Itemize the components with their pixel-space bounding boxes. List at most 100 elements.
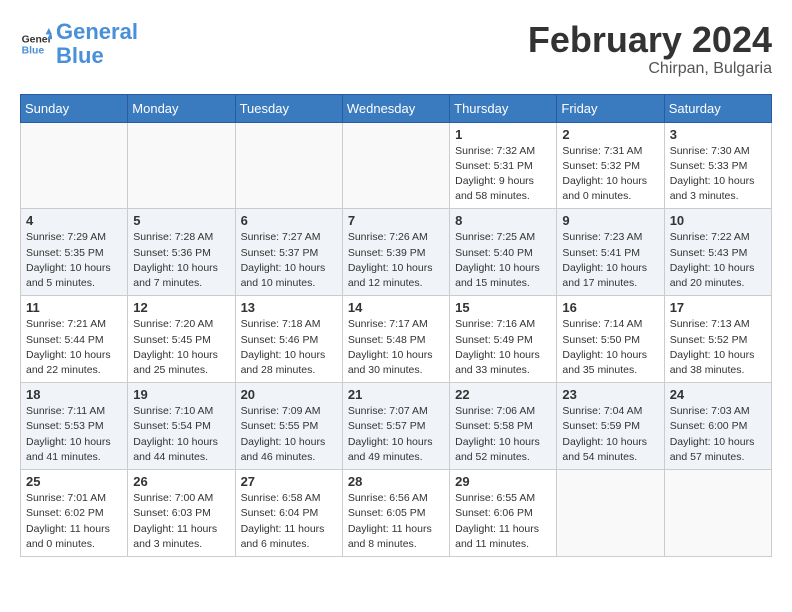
calendar-cell — [21, 122, 128, 209]
day-number: 11 — [26, 300, 122, 315]
calendar-cell: 12 Sunrise: 7:20 AM Sunset: 5:45 PM Dayli… — [128, 296, 235, 383]
calendar-cell: 22 Sunrise: 7:06 AM Sunset: 5:58 PM Dayli… — [450, 383, 557, 470]
day-info: Sunrise: 7:22 AM Sunset: 5:43 PM Dayligh… — [670, 230, 766, 291]
calendar-cell: 7 Sunrise: 7:26 AM Sunset: 5:39 PM Daylig… — [342, 209, 449, 296]
day-number: 27 — [241, 474, 337, 489]
day-info: Sunrise: 7:23 AM Sunset: 5:41 PM Dayligh… — [562, 230, 658, 291]
day-number: 6 — [241, 213, 337, 228]
logo: General Blue General Blue — [20, 20, 138, 68]
day-info: Sunrise: 7:11 AM Sunset: 5:53 PM Dayligh… — [26, 404, 122, 465]
location-subtitle: Chirpan, Bulgaria — [528, 60, 772, 78]
day-info: Sunrise: 7:01 AM Sunset: 6:02 PM Dayligh… — [26, 491, 122, 552]
calendar-cell: 11 Sunrise: 7:21 AM Sunset: 5:44 PM Dayli… — [21, 296, 128, 383]
weekday-header-monday: Monday — [128, 94, 235, 122]
day-info: Sunrise: 7:25 AM Sunset: 5:40 PM Dayligh… — [455, 230, 551, 291]
page-header: General Blue General Blue February 2024 … — [20, 20, 772, 78]
day-number: 12 — [133, 300, 229, 315]
svg-text:General: General — [22, 35, 52, 46]
calendar-cell: 20 Sunrise: 7:09 AM Sunset: 5:55 PM Dayli… — [235, 383, 342, 470]
day-info: Sunrise: 7:13 AM Sunset: 5:52 PM Dayligh… — [670, 317, 766, 378]
day-number: 29 — [455, 474, 551, 489]
day-info: Sunrise: 7:00 AM Sunset: 6:03 PM Dayligh… — [133, 491, 229, 552]
day-number: 18 — [26, 387, 122, 402]
month-year-title: February 2024 — [528, 20, 772, 60]
day-info: Sunrise: 7:16 AM Sunset: 5:49 PM Dayligh… — [455, 317, 551, 378]
calendar-week-row: 11 Sunrise: 7:21 AM Sunset: 5:44 PM Dayli… — [21, 296, 772, 383]
calendar-cell — [235, 122, 342, 209]
day-info: Sunrise: 7:21 AM Sunset: 5:44 PM Dayligh… — [26, 317, 122, 378]
calendar-cell — [664, 470, 771, 557]
calendar-cell: 14 Sunrise: 7:17 AM Sunset: 5:48 PM Dayli… — [342, 296, 449, 383]
day-info: Sunrise: 6:58 AM Sunset: 6:04 PM Dayligh… — [241, 491, 337, 552]
day-number: 21 — [348, 387, 444, 402]
calendar-cell — [557, 470, 664, 557]
day-number: 25 — [26, 474, 122, 489]
day-info: Sunrise: 7:31 AM Sunset: 5:32 PM Dayligh… — [562, 144, 658, 205]
day-info: Sunrise: 7:10 AM Sunset: 5:54 PM Dayligh… — [133, 404, 229, 465]
day-info: Sunrise: 7:32 AM Sunset: 5:31 PM Dayligh… — [455, 144, 551, 205]
calendar-cell: 10Sunrise: 7:22 AM Sunset: 5:43 PM Dayli… — [664, 209, 771, 296]
day-number: 22 — [455, 387, 551, 402]
day-number: 14 — [348, 300, 444, 315]
calendar-cell: 23 Sunrise: 7:04 AM Sunset: 5:59 PM Dayli… — [557, 383, 664, 470]
day-number: 3 — [670, 127, 766, 142]
day-info: Sunrise: 7:26 AM Sunset: 5:39 PM Dayligh… — [348, 230, 444, 291]
calendar-cell: 19 Sunrise: 7:10 AM Sunset: 5:54 PM Dayli… — [128, 383, 235, 470]
day-info: Sunrise: 6:56 AM Sunset: 6:05 PM Dayligh… — [348, 491, 444, 552]
svg-text:Blue: Blue — [22, 46, 45, 57]
calendar-week-row: 25 Sunrise: 7:01 AM Sunset: 6:02 PM Dayli… — [21, 470, 772, 557]
calendar-cell: 6 Sunrise: 7:27 AM Sunset: 5:37 PM Daylig… — [235, 209, 342, 296]
calendar-cell: 3 Sunrise: 7:30 AM Sunset: 5:33 PM Daylig… — [664, 122, 771, 209]
day-info: Sunrise: 7:07 AM Sunset: 5:57 PM Dayligh… — [348, 404, 444, 465]
day-info: Sunrise: 7:09 AM Sunset: 5:55 PM Dayligh… — [241, 404, 337, 465]
calendar-cell: 17 Sunrise: 7:13 AM Sunset: 5:52 PM Dayli… — [664, 296, 771, 383]
logo-icon: General Blue — [20, 28, 52, 60]
weekday-header-friday: Friday — [557, 94, 664, 122]
day-info: Sunrise: 7:03 AM Sunset: 6:00 PM Dayligh… — [670, 404, 766, 465]
calendar-week-row: 4Sunrise: 7:29 AM Sunset: 5:35 PM Daylig… — [21, 209, 772, 296]
day-number: 20 — [241, 387, 337, 402]
day-number: 26 — [133, 474, 229, 489]
day-info: Sunrise: 6:55 AM Sunset: 6:06 PM Dayligh… — [455, 491, 551, 552]
day-number: 8 — [455, 213, 551, 228]
weekday-header-saturday: Saturday — [664, 94, 771, 122]
day-info: Sunrise: 7:04 AM Sunset: 5:59 PM Dayligh… — [562, 404, 658, 465]
day-number: 1 — [455, 127, 551, 142]
day-number: 23 — [562, 387, 658, 402]
day-number: 2 — [562, 127, 658, 142]
calendar-cell: 16 Sunrise: 7:14 AM Sunset: 5:50 PM Dayli… — [557, 296, 664, 383]
day-info: Sunrise: 7:17 AM Sunset: 5:48 PM Dayligh… — [348, 317, 444, 378]
day-number: 7 — [348, 213, 444, 228]
day-number: 19 — [133, 387, 229, 402]
calendar-cell: 27 Sunrise: 6:58 AM Sunset: 6:04 PM Dayli… — [235, 470, 342, 557]
day-info: Sunrise: 7:06 AM Sunset: 5:58 PM Dayligh… — [455, 404, 551, 465]
day-number: 5 — [133, 213, 229, 228]
calendar-cell: 4Sunrise: 7:29 AM Sunset: 5:35 PM Daylig… — [21, 209, 128, 296]
day-number: 16 — [562, 300, 658, 315]
calendar-week-row: 1 Sunrise: 7:32 AM Sunset: 5:31 PM Daylig… — [21, 122, 772, 209]
calendar-cell: 13Sunrise: 7:18 AM Sunset: 5:46 PM Dayli… — [235, 296, 342, 383]
calendar-cell: 15 Sunrise: 7:16 AM Sunset: 5:49 PM Dayli… — [450, 296, 557, 383]
calendar-cell: 29 Sunrise: 6:55 AM Sunset: 6:06 PM Dayli… — [450, 470, 557, 557]
calendar-cell: 5 Sunrise: 7:28 AM Sunset: 5:36 PM Daylig… — [128, 209, 235, 296]
calendar-cell: 21 Sunrise: 7:07 AM Sunset: 5:57 PM Dayli… — [342, 383, 449, 470]
day-info: Sunrise: 7:28 AM Sunset: 5:36 PM Dayligh… — [133, 230, 229, 291]
calendar-cell: 2 Sunrise: 7:31 AM Sunset: 5:32 PM Daylig… — [557, 122, 664, 209]
day-number: 15 — [455, 300, 551, 315]
day-number: 17 — [670, 300, 766, 315]
calendar-cell: 18 Sunrise: 7:11 AM Sunset: 5:53 PM Dayli… — [21, 383, 128, 470]
day-info: Sunrise: 7:20 AM Sunset: 5:45 PM Dayligh… — [133, 317, 229, 378]
calendar-cell — [342, 122, 449, 209]
calendar-cell: 9Sunrise: 7:23 AM Sunset: 5:41 PM Daylig… — [557, 209, 664, 296]
day-number: 4 — [26, 213, 122, 228]
weekday-header-row: SundayMondayTuesdayWednesdayThursdayFrid… — [21, 94, 772, 122]
logo-blue: Blue — [56, 43, 104, 68]
logo-text: General Blue — [56, 20, 138, 68]
day-info: Sunrise: 7:14 AM Sunset: 5:50 PM Dayligh… — [562, 317, 658, 378]
calendar-table: SundayMondayTuesdayWednesdayThursdayFrid… — [20, 94, 772, 557]
calendar-cell: 1 Sunrise: 7:32 AM Sunset: 5:31 PM Daylig… — [450, 122, 557, 209]
weekday-header-thursday: Thursday — [450, 94, 557, 122]
day-info: Sunrise: 7:18 AM Sunset: 5:46 PM Dayligh… — [241, 317, 337, 378]
day-info: Sunrise: 7:30 AM Sunset: 5:33 PM Dayligh… — [670, 144, 766, 205]
day-info: Sunrise: 7:27 AM Sunset: 5:37 PM Dayligh… — [241, 230, 337, 291]
